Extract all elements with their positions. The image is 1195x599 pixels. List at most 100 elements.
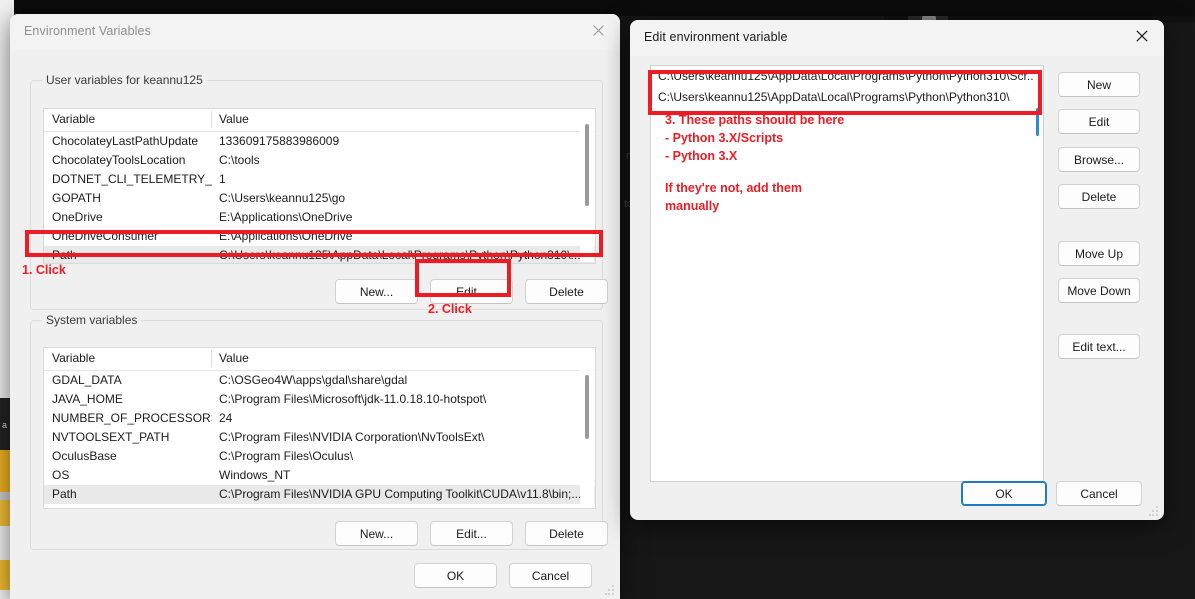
environment-variables-dialog: Environment Variables User variables for… [10, 14, 620, 599]
close-icon[interactable] [576, 14, 620, 46]
annotation-step3-line5: manually [665, 199, 720, 213]
cell-value: 133609175883986009 [219, 134, 340, 148]
cell-variable: ChocolateyLastPathUpdate [52, 134, 199, 148]
path-list-scrollbar[interactable] [1033, 66, 1043, 481]
table-row[interactable]: ChocolateyToolsLocation C:\tools [44, 151, 595, 170]
edit-dialog-title: Edit environment variable [644, 30, 788, 44]
cell-variable: OneDrive [52, 210, 103, 224]
column-header-value[interactable]: Value [219, 112, 249, 126]
cell-value: C:\OSGeo4W\apps\gdal\share\gdal [219, 373, 408, 387]
cell-variable: NUMBER_OF_PROCESSORS [52, 411, 212, 425]
table-row[interactable]: OS Windows_NT [44, 466, 595, 485]
cell-variable: OS [52, 468, 70, 482]
background-strip-yellow-2 [0, 500, 10, 526]
path-rows-container: C:\Users\keannu125\AppData\Local\Program… [651, 66, 1043, 108]
table-row[interactable]: GOPATH C:\Users\keannu125\go [44, 189, 595, 208]
system-list-scrollbar[interactable] [580, 349, 594, 507]
path-move-up-button[interactable]: Move Up [1058, 241, 1140, 266]
system-new-button[interactable]: New... [335, 521, 418, 546]
cell-variable: OneDriveConsumer [52, 229, 159, 243]
background-strip-bottom-yellow [0, 560, 10, 590]
annotation-step3-line2: - Python 3.X/Scripts [665, 131, 784, 145]
cell-variable: ChocolateyToolsLocation [52, 153, 186, 167]
annotation-step3-line4: If they're not, add them [665, 181, 803, 195]
cell-value: Windows_NT [219, 468, 291, 482]
annotation-step3-line3: - Python 3.X [665, 149, 738, 163]
path-edit-text-button[interactable]: Edit text... [1058, 334, 1140, 359]
resize-grip-icon[interactable] [1149, 506, 1159, 516]
env-dialog-title: Environment Variables [24, 24, 151, 38]
table-row[interactable]: OneDriveConsumer E:\Applications\OneDrive [44, 227, 595, 246]
cell-variable: Path [52, 248, 77, 262]
table-row[interactable]: Path C:\Program Files\NVIDIA GPU Computin… [44, 485, 595, 504]
system-variables-legend: System variables [42, 313, 142, 327]
column-header-value[interactable]: Value [219, 351, 249, 365]
cell-variable: GOPATH [52, 191, 101, 205]
cell-variable: DOTNET_CLI_TELEMETRY_O... [52, 172, 212, 186]
header-divider [211, 350, 212, 367]
cell-variable: Path [52, 487, 77, 501]
table-row[interactable]: DOTNET_CLI_TELEMETRY_O... 1 [44, 170, 595, 189]
path-new-button[interactable]: New [1058, 72, 1140, 97]
table-row[interactable]: OculusBase C:\Program Files\Oculus\ [44, 447, 595, 466]
cell-value: C:\Program Files\Microsoft\jdk-11.0.18.1… [219, 392, 487, 406]
env-dialog-titlebar: Environment Variables [10, 14, 620, 50]
table-row[interactable]: NUMBER_OF_PROCESSORS 24 [44, 409, 595, 428]
env-ok-button[interactable]: OK [414, 563, 497, 588]
system-variables-header: Variable Value [44, 348, 595, 371]
user-variables-header: Variable Value [44, 109, 595, 132]
path-move-down-button[interactable]: Move Down [1058, 278, 1140, 303]
user-variables-rows: ChocolateyLastPathUpdate 1336091758839860… [44, 132, 595, 263]
annotation-step3-line1: 3. These paths should be here [665, 113, 845, 127]
system-variables-list[interactable]: Variable Value GDAL_DATA C:\OSGeo4W\apps\… [43, 347, 596, 509]
path-list-scroll-thumb[interactable] [1036, 108, 1039, 136]
table-row[interactable]: Path C:\Users\keannu125\AppData\Local\Pro… [44, 246, 595, 263]
table-row[interactable]: JAVA_HOME C:\Program Files\Microsoft\jdk-… [44, 390, 595, 409]
user-delete-button[interactable]: Delete [525, 279, 608, 304]
resize-grip-icon[interactable] [605, 585, 615, 595]
path-delete-button[interactable]: Delete [1058, 184, 1140, 209]
cell-value: C:\Program Files\NVIDIA Corporation\NvTo… [219, 430, 485, 444]
screen-root: ne to a Environment Variables User varia… [0, 0, 1195, 599]
table-row[interactable]: NVTOOLSEXT_PATH C:\Program Files\NVIDIA C… [44, 428, 595, 447]
table-row[interactable]: GDAL_DATA C:\OSGeo4W\apps\gdal\share\gdal [44, 371, 595, 390]
edit-cancel-button[interactable]: Cancel [1056, 481, 1142, 506]
table-row[interactable]: ChocolateyLastPathUpdate 1336091758839860… [44, 132, 595, 151]
user-list-scroll-thumb[interactable] [585, 124, 589, 206]
path-entries-list[interactable]: C:\Users\keannu125\AppData\Local\Program… [650, 65, 1044, 482]
cell-value: C:\tools [219, 153, 260, 167]
list-item[interactable]: C:\Users\keannu125\AppData\Local\Program… [651, 66, 1043, 87]
user-variables-list[interactable]: Variable Value ChocolateyLastPathUpdate 1… [43, 108, 596, 264]
column-header-variable[interactable]: Variable [52, 112, 95, 126]
cell-value: C:\Program Files\Oculus\ [219, 449, 354, 463]
header-divider [211, 111, 212, 128]
cell-value: E:\Applications\OneDrive [219, 229, 353, 243]
user-variables-legend: User variables for keannu125 [42, 73, 207, 87]
system-delete-button[interactable]: Delete [525, 521, 608, 546]
env-cancel-button[interactable]: Cancel [509, 563, 592, 588]
path-browse-button[interactable]: Browse... [1058, 147, 1140, 172]
close-icon[interactable] [1120, 20, 1164, 52]
cell-variable: OculusBase [52, 449, 117, 463]
cell-value: 24 [219, 411, 233, 425]
column-header-variable[interactable]: Variable [52, 351, 95, 365]
cell-value: 1 [219, 172, 226, 186]
edit-ok-button[interactable]: OK [961, 481, 1047, 506]
cell-value: C:\Users\keannu125\go [219, 191, 346, 205]
user-new-button[interactable]: New... [335, 279, 418, 304]
cell-value: E:\Applications\OneDrive [219, 210, 353, 224]
cell-value: C:\Users\keannu125\AppData\Local\Program… [219, 248, 581, 262]
cell-variable: GDAL_DATA [52, 373, 122, 387]
list-item[interactable]: C:\Users\keannu125\AppData\Local\Program… [651, 87, 1043, 108]
user-list-scrollbar[interactable] [580, 110, 594, 262]
system-variables-rows: GDAL_DATA C:\OSGeo4W\apps\gdal\share\gdal… [44, 371, 595, 504]
cell-value: C:\Program Files\NVIDIA GPU Computing To… [219, 487, 582, 501]
edit-dialog-titlebar: Edit environment variable [630, 20, 1164, 56]
system-edit-button[interactable]: Edit... [430, 521, 513, 546]
annotation-step1: 1. Click [22, 263, 66, 277]
system-list-scroll-thumb[interactable] [585, 375, 589, 439]
edit-environment-variable-dialog: Edit environment variable C:\Users\keann… [630, 20, 1164, 520]
table-row[interactable]: OneDrive E:\Applications\OneDrive [44, 208, 595, 227]
path-edit-button[interactable]: Edit [1058, 109, 1140, 134]
annotation-step2: 2. Click [428, 302, 472, 316]
